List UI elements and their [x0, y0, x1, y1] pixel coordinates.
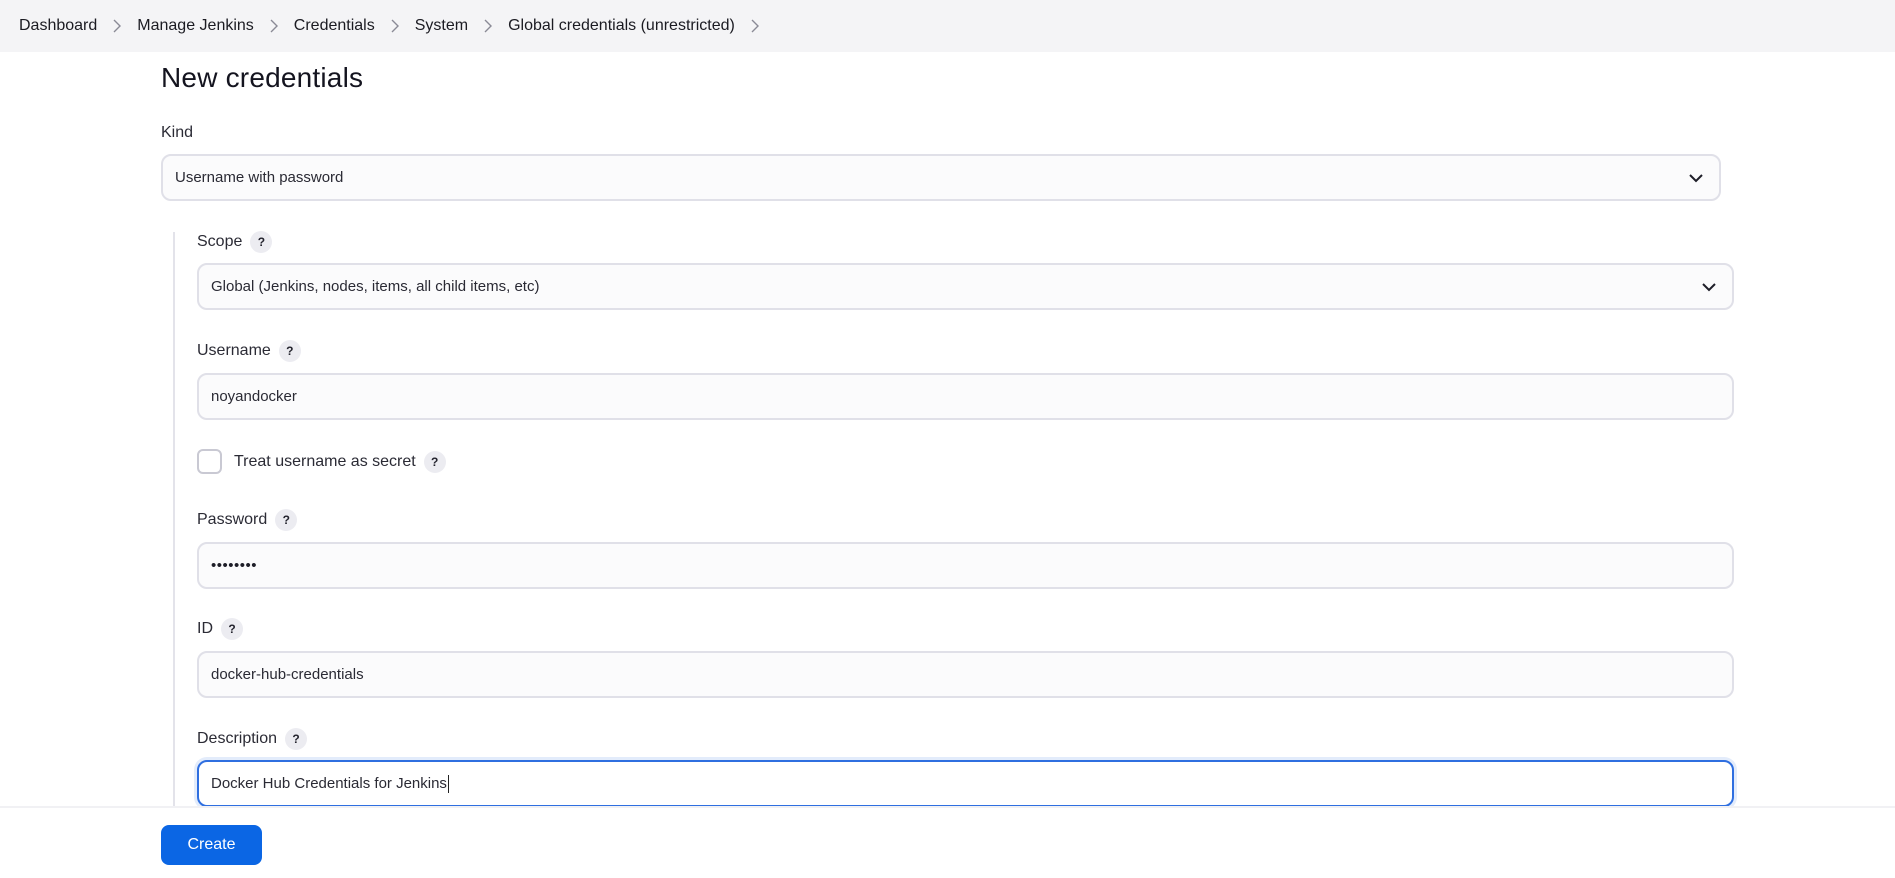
treat-username-secret-checkbox[interactable] — [197, 449, 222, 474]
chevron-right-icon[interactable] — [735, 19, 775, 33]
breadcrumb-link[interactable]: Manage Jenkins — [137, 17, 254, 35]
create-button[interactable]: Create — [161, 825, 262, 865]
id-label-text: ID — [197, 620, 213, 637]
kind-select-value: Username with password — [175, 169, 344, 186]
username-label: Username ? — [197, 340, 301, 362]
kind-label-text: Kind — [161, 124, 194, 141]
id-input[interactable]: docker-hub-credentials — [197, 651, 1734, 698]
treat-username-secret-text[interactable]: Treat username as secret — [234, 453, 416, 471]
chevron-right-icon — [375, 19, 415, 33]
treat-secret-help-icon[interactable]: ? — [423, 451, 446, 473]
breadcrumb-link[interactable]: System — [415, 17, 468, 35]
password-help-icon[interactable]: ? — [275, 509, 298, 531]
kind-label: Kind — [161, 124, 193, 142]
action-bar — [0, 808, 1895, 878]
username-input-value: noyandocker — [211, 388, 297, 405]
scope-label: Scope ? — [197, 231, 273, 253]
breadcrumb-item-system[interactable]: System — [415, 17, 508, 35]
id-input-value: docker-hub-credentials — [211, 666, 364, 683]
scope-select-value: Global (Jenkins, nodes, items, all child… — [211, 278, 540, 295]
page-title: New credentials — [161, 62, 364, 93]
breadcrumb-item-dashboard[interactable]: Dashboard — [19, 17, 137, 35]
breadcrumb-link[interactable]: Global credentials (unrestricted) — [508, 17, 735, 35]
username-input[interactable]: noyandocker — [197, 373, 1734, 420]
password-input[interactable]: •••••••• — [197, 542, 1734, 589]
password-input-value: •••••••• — [211, 557, 258, 574]
breadcrumb-item-global-credentials[interactable]: Global credentials (unrestricted) — [508, 17, 775, 35]
chevron-down-icon — [1702, 283, 1716, 292]
scope-help-icon[interactable]: ? — [250, 231, 273, 253]
id-label: ID ? — [197, 618, 243, 640]
description-help-icon[interactable]: ? — [285, 728, 308, 750]
section-divider — [173, 232, 175, 808]
chevron-right-icon — [97, 19, 137, 33]
chevron-right-icon — [468, 19, 508, 33]
description-input[interactable]: Docker Hub Credentials for Jenkins — [197, 760, 1734, 807]
password-label-text: Password — [197, 511, 268, 528]
scope-select[interactable]: Global (Jenkins, nodes, items, all child… — [197, 263, 1734, 310]
breadcrumb-item-manage-jenkins[interactable]: Manage Jenkins — [137, 17, 294, 35]
treat-username-secret-label: Treat username as secret ? — [234, 451, 446, 473]
breadcrumb-item-credentials[interactable]: Credentials — [294, 17, 415, 35]
breadcrumb-link[interactable]: Credentials — [294, 17, 375, 35]
description-label-text: Description — [197, 730, 278, 747]
chevron-right-icon — [254, 19, 294, 33]
description-label: Description ? — [197, 728, 308, 750]
scope-label-text: Scope — [197, 233, 243, 250]
description-input-value: Docker Hub Credentials for Jenkins — [211, 775, 447, 792]
text-caret — [447, 774, 449, 793]
breadcrumb-link[interactable]: Dashboard — [19, 17, 97, 35]
chevron-down-icon — [1689, 174, 1703, 183]
id-help-icon[interactable]: ? — [221, 618, 243, 640]
kind-select[interactable]: Username with password — [161, 154, 1721, 201]
breadcrumb: Dashboard Manage Jenkins Credentials Sys… — [0, 0, 1895, 52]
password-label: Password ? — [197, 509, 298, 531]
username-help-icon[interactable]: ? — [278, 340, 301, 362]
username-label-text: Username — [197, 342, 271, 359]
